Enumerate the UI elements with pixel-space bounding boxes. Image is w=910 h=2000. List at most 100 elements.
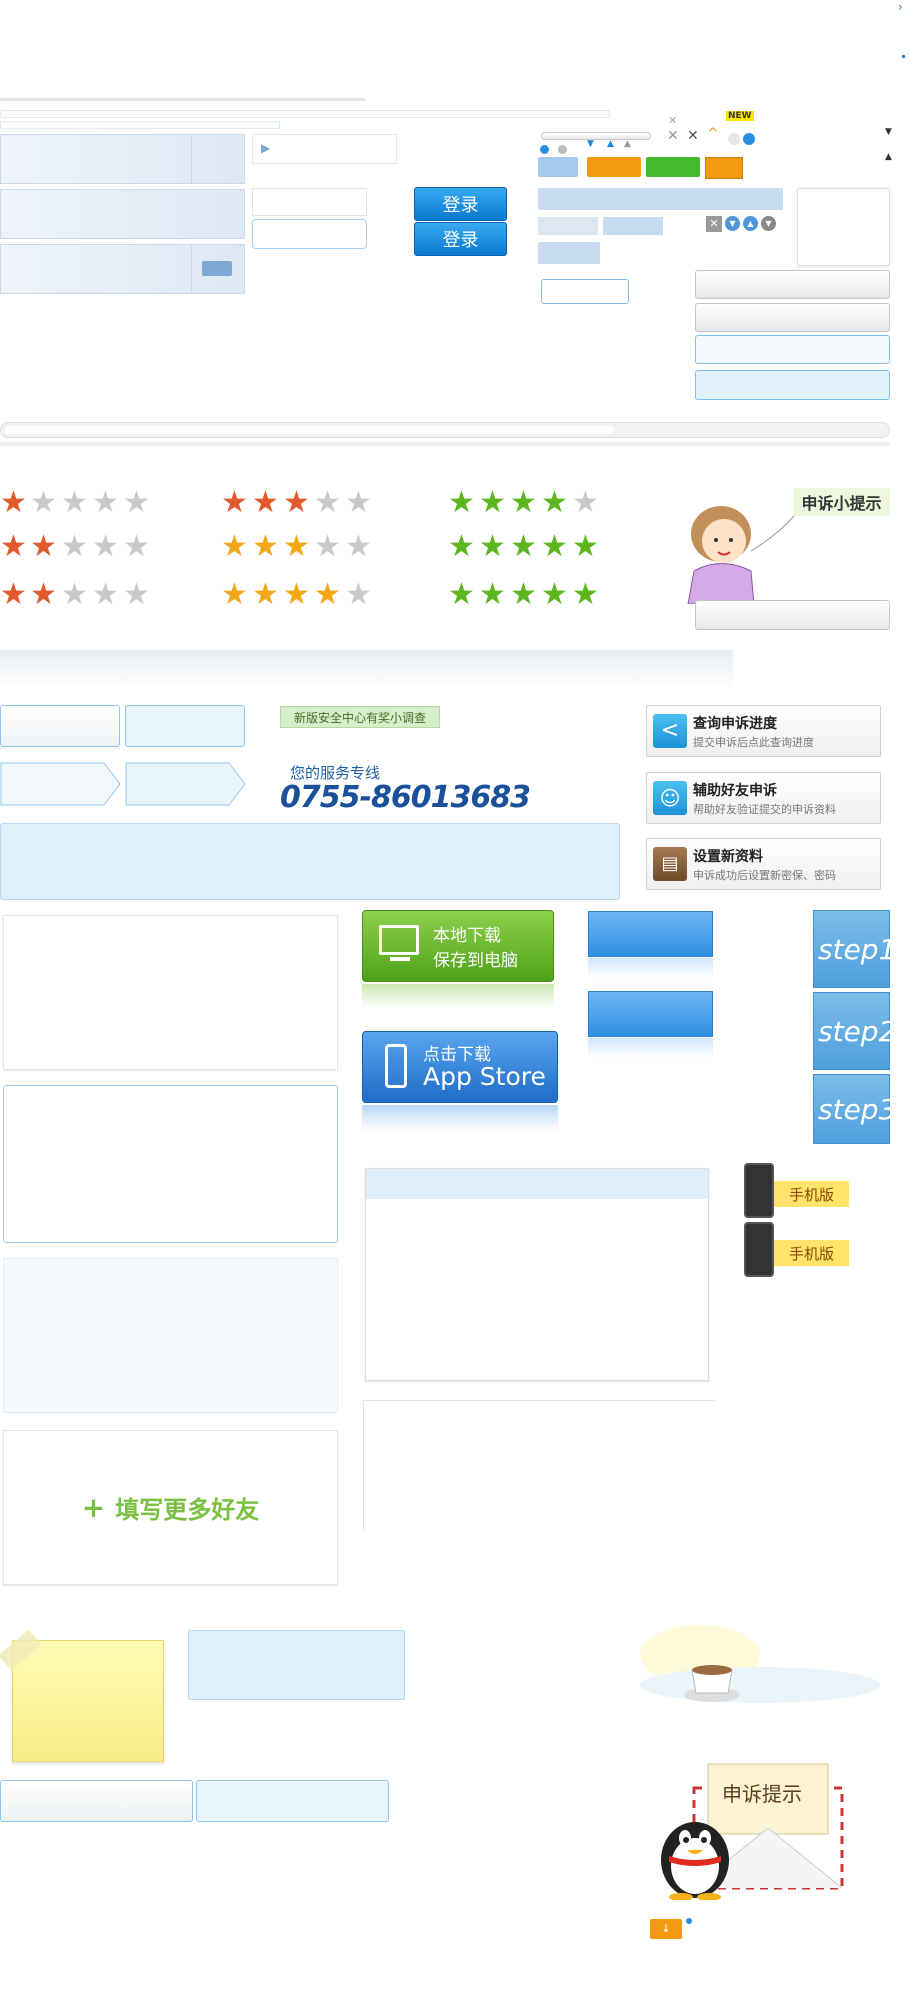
gray-button[interactable] (695, 303, 890, 332)
step-tab[interactable]: step3 (813, 1074, 896, 1144)
close-icon[interactable]: ✕ (687, 128, 699, 144)
arrow-up-circle-icon[interactable]: ▲ (743, 216, 758, 231)
toggle-button[interactable] (202, 261, 232, 276)
tab-blue[interactable] (538, 157, 578, 177)
star-icon[interactable]: ★ (221, 488, 248, 518)
star-icon[interactable]: ★ (448, 580, 475, 610)
star-icon[interactable]: ★ (541, 532, 568, 562)
text-input[interactable] (252, 188, 367, 216)
star-icon[interactable]: ★ (0, 488, 27, 518)
star-icon[interactable]: ★ (541, 580, 568, 610)
close-icon[interactable]: ✕ (667, 128, 679, 144)
arrow-down-circle-icon[interactable]: ▼ (725, 216, 740, 231)
star-icon[interactable]: ★ (252, 580, 279, 610)
blue-button[interactable] (588, 911, 713, 957)
star-icon[interactable]: ★ (479, 532, 506, 562)
star-icon[interactable]: ★ (123, 532, 150, 562)
star-icon[interactable]: ★ (283, 532, 310, 562)
star-icon[interactable]: ★ (30, 488, 57, 518)
star-icon[interactable]: ★ (572, 488, 599, 518)
star-icon[interactable]: ★ (345, 580, 372, 610)
add-friends-panel[interactable]: + 填写更多好友 (3, 1430, 338, 1585)
chevron-right-icon[interactable]: › (898, 0, 903, 14)
caret-up-icon[interactable]: ▲ (885, 152, 892, 162)
text-input-focused[interactable] (252, 219, 367, 249)
star-icon[interactable]: ★ (252, 532, 279, 562)
radio-off-icon[interactable] (728, 133, 740, 145)
caret-down-icon[interactable]: ▼ (587, 139, 594, 149)
star-icon[interactable]: ★ (541, 488, 568, 518)
login-button[interactable]: 登录 (414, 187, 507, 221)
star-icon[interactable]: ★ (314, 488, 341, 518)
blue-button[interactable] (588, 991, 713, 1037)
radio-off-icon[interactable] (558, 145, 567, 154)
input-skin[interactable] (0, 244, 245, 294)
chevron-up-icon[interactable]: ^ (707, 126, 719, 142)
login-button[interactable]: 登录 (414, 222, 507, 256)
gray-button[interactable] (695, 270, 890, 299)
star-icon[interactable]: ★ (123, 488, 150, 518)
tab-orange[interactable] (705, 157, 743, 179)
star-icon[interactable]: ★ (0, 580, 27, 610)
star-icon[interactable]: ★ (448, 532, 475, 562)
blue-outline-button[interactable] (695, 335, 890, 364)
caret-down-icon[interactable]: ▼ (885, 127, 892, 137)
star-icon[interactable]: ★ (92, 580, 119, 610)
radio-on-icon[interactable] (743, 133, 755, 145)
star-icon[interactable]: ★ (314, 532, 341, 562)
menu-item-assist-friend[interactable]: ☺ 辅助好友申诉 帮助好友验证提交的申诉资料 (646, 772, 881, 824)
tab-button-active[interactable] (125, 705, 245, 747)
app-store-button[interactable]: 点击下载 App Store (362, 1031, 558, 1103)
mobile-version-tag[interactable]: 手机版 (730, 1222, 855, 1280)
star-half-icon[interactable]: ★ (283, 488, 310, 518)
star-icon[interactable]: ★ (0, 532, 27, 562)
star-icon[interactable]: ★ (221, 580, 248, 610)
mobile-version-tag[interactable]: 手机版 (730, 1163, 855, 1221)
bottom-tab-active[interactable] (196, 1780, 389, 1822)
star-icon[interactable]: ★ (30, 580, 57, 610)
star-icon[interactable]: ★ (345, 532, 372, 562)
select-input[interactable]: ▶ (252, 134, 397, 164)
star-icon[interactable]: ★ (252, 488, 279, 518)
star-icon[interactable]: ★ (479, 580, 506, 610)
star-icon[interactable]: ★ (572, 580, 599, 610)
star-icon[interactable]: ★ (448, 488, 475, 518)
arrow-down-circle-icon[interactable]: ▼ (761, 216, 776, 231)
close-square-icon[interactable]: ✕ (706, 216, 722, 232)
star-icon[interactable]: ★ (510, 532, 537, 562)
arrow-tab[interactable] (0, 762, 122, 810)
menu-item-check-progress[interactable]: < 查询申诉进度 提交申诉后点此查询进度 (646, 705, 881, 757)
star-icon[interactable]: ★ (510, 580, 537, 610)
star-icon[interactable]: ★ (92, 532, 119, 562)
star-icon[interactable]: ★ (61, 532, 88, 562)
tab-button[interactable] (0, 705, 120, 747)
star-icon[interactable]: ★ (123, 580, 150, 610)
tab-orange[interactable] (587, 157, 641, 177)
blue-filled-button[interactable] (695, 370, 890, 400)
slider-track[interactable] (541, 132, 651, 140)
survey-ribbon[interactable]: 新版安全中心有奖小调查 (280, 706, 440, 728)
step-tab[interactable]: step1 (813, 910, 896, 988)
star-half-icon[interactable]: ★ (30, 532, 57, 562)
arrow-tab-active[interactable] (125, 762, 247, 810)
orange-small-button[interactable]: ↓ (650, 1919, 682, 1939)
caret-up-icon[interactable]: ▲ (607, 139, 614, 149)
input-skin[interactable] (0, 189, 245, 239)
star-icon[interactable]: ★ (510, 488, 537, 518)
star-icon[interactable]: ★ (345, 488, 372, 518)
gray-button[interactable] (695, 600, 890, 630)
star-icon[interactable]: ★ (283, 580, 310, 610)
input-skin[interactable] (0, 134, 245, 184)
tab-green[interactable] (646, 157, 700, 177)
star-icon[interactable]: ★ (61, 488, 88, 518)
star-half-icon[interactable]: ★ (572, 532, 599, 562)
local-download-button[interactable]: 本地下载 保存到电脑 (362, 910, 554, 982)
star-icon[interactable]: ★ (92, 488, 119, 518)
bottom-tab[interactable] (0, 1780, 193, 1822)
star-icon[interactable]: ★ (221, 532, 248, 562)
radio-on-icon[interactable] (540, 145, 549, 154)
star-half-icon[interactable]: ★ (314, 580, 341, 610)
caret-up-icon[interactable]: ▲ (624, 139, 631, 149)
step-tab[interactable]: step2 (813, 992, 896, 1070)
star-icon[interactable]: ★ (479, 488, 506, 518)
